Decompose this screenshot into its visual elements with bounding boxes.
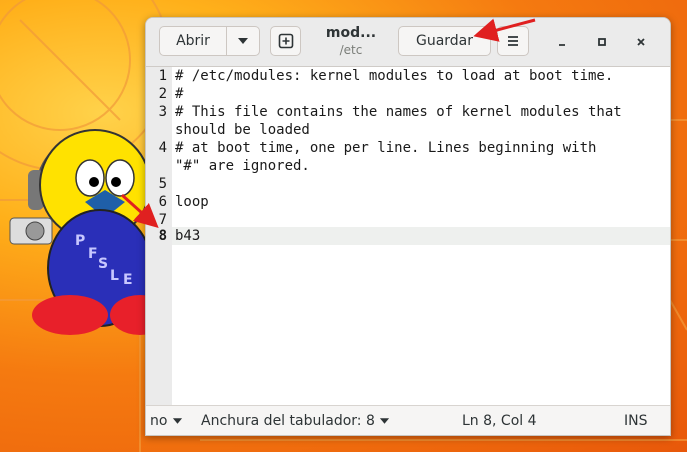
line-number: 3 (158, 104, 167, 120)
line-number: 4 (158, 140, 167, 156)
maximize-button[interactable] (592, 32, 612, 52)
penguin-mascot-image: P F S L E (9, 129, 160, 335)
code-line-wrapped: "#" are ignored. (175, 158, 310, 174)
line-number: 2 (158, 86, 167, 102)
text-editor-area[interactable]: 1 # /etc/modules: kernel modules to load… (146, 67, 670, 405)
hamburger-icon (508, 36, 518, 46)
save-button[interactable]: Guardar (398, 26, 491, 56)
insert-mode-indicator[interactable]: INS (624, 413, 648, 429)
line-number: 5 (158, 176, 167, 192)
maximize-icon (598, 38, 606, 46)
tab-width-label: Anchura del tabulador: 8 (201, 413, 375, 429)
language-selector[interactable]: no (150, 413, 183, 429)
code-line: loop (175, 194, 209, 210)
document-path: /etc (339, 43, 363, 57)
penguin-letter: L (110, 268, 119, 284)
chevron-down-icon (380, 418, 390, 424)
code-line-current: b43 (175, 228, 201, 244)
code-line: # This file contains the names of kernel… (175, 104, 622, 120)
open-recent-dropdown-button[interactable] (226, 26, 260, 56)
new-tab-button[interactable] (270, 26, 301, 56)
penguin-letter: F (88, 246, 98, 262)
penguin-letter: E (123, 272, 133, 288)
code-line: # /etc/modules: kernel modules to load a… (175, 68, 614, 84)
close-button[interactable] (631, 32, 651, 52)
tab-width-selector[interactable]: Anchura del tabulador: 8 (201, 413, 390, 429)
header-bar: Abrir mod... /etc Guardar (146, 18, 670, 67)
line-number-current: 8 (158, 228, 167, 244)
chevron-down-icon (172, 418, 182, 424)
penguin-letter: P (75, 233, 85, 249)
window-title: mod... /etc (311, 25, 391, 57)
document-name: mod... (325, 25, 377, 41)
line-number: 6 (158, 194, 167, 210)
code-line: # at boot time, one per line. Lines begi… (175, 140, 597, 156)
status-bar: no Anchura del tabulador: 8 Ln 8, Col 4 … (146, 405, 670, 435)
line-number: 1 (158, 68, 167, 84)
current-line-highlight (172, 227, 670, 245)
language-label: no (150, 413, 168, 429)
code-line: # (175, 86, 184, 102)
new-document-icon (278, 33, 293, 49)
hamburger-menu-button[interactable] (497, 26, 529, 56)
code-line-wrapped: should be loaded (175, 122, 310, 138)
close-icon (637, 38, 645, 46)
text-editor-window: Abrir mod... /etc Guardar 1 # /etc/modul… (145, 17, 671, 436)
chevron-down-icon (238, 38, 248, 44)
minimize-button[interactable] (552, 32, 572, 52)
cursor-position[interactable]: Ln 8, Col 4 (462, 413, 537, 429)
minimize-icon (559, 44, 565, 46)
penguin-letter: S (98, 256, 108, 272)
open-button[interactable]: Abrir (159, 26, 227, 56)
